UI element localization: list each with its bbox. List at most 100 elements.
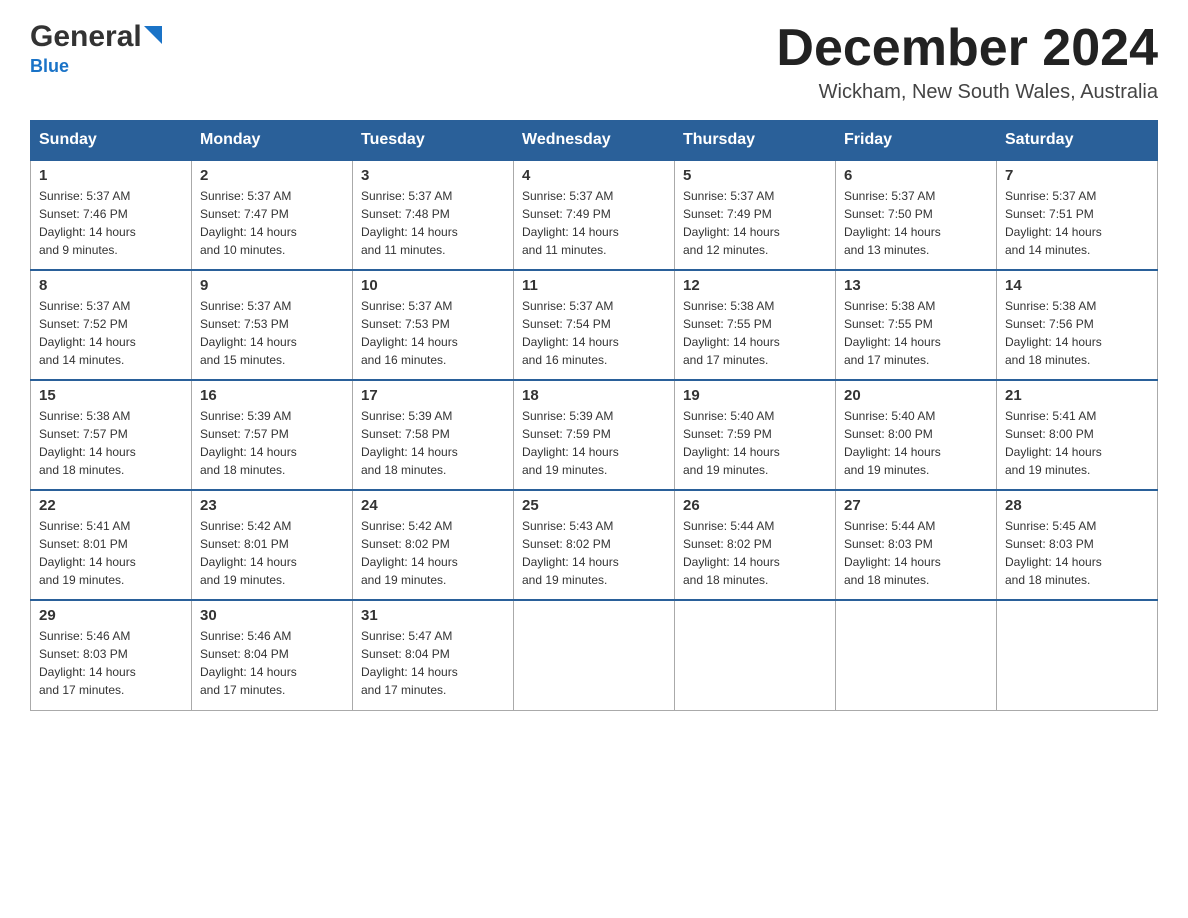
- calendar-cell: 14 Sunrise: 5:38 AMSunset: 7:56 PMDayligh…: [997, 270, 1158, 380]
- day-info: Sunrise: 5:46 AMSunset: 8:03 PMDaylight:…: [39, 629, 136, 697]
- calendar-cell: 23 Sunrise: 5:42 AMSunset: 8:01 PMDayligh…: [192, 490, 353, 600]
- calendar-week-row: 15 Sunrise: 5:38 AMSunset: 7:57 PMDayligh…: [31, 380, 1158, 490]
- day-info: Sunrise: 5:46 AMSunset: 8:04 PMDaylight:…: [200, 629, 297, 697]
- day-number: 12: [683, 277, 827, 294]
- day-number: 27: [844, 497, 988, 514]
- page-header: General Blue December 2024 Wickham, New …: [30, 20, 1158, 104]
- calendar-cell: 4 Sunrise: 5:37 AMSunset: 7:49 PMDaylight…: [514, 160, 675, 270]
- day-number: 2: [200, 167, 344, 184]
- day-number: 13: [844, 277, 988, 294]
- calendar-cell: 16 Sunrise: 5:39 AMSunset: 7:57 PMDayligh…: [192, 380, 353, 490]
- day-info: Sunrise: 5:37 AMSunset: 7:51 PMDaylight:…: [1005, 189, 1102, 257]
- day-info: Sunrise: 5:41 AMSunset: 8:01 PMDaylight:…: [39, 519, 136, 587]
- weekday-header-saturday: Saturday: [997, 121, 1158, 161]
- day-info: Sunrise: 5:37 AMSunset: 7:47 PMDaylight:…: [200, 189, 297, 257]
- day-info: Sunrise: 5:40 AMSunset: 8:00 PMDaylight:…: [844, 409, 941, 477]
- day-info: Sunrise: 5:37 AMSunset: 7:48 PMDaylight:…: [361, 189, 458, 257]
- day-number: 8: [39, 277, 183, 294]
- day-number: 3: [361, 167, 505, 184]
- day-info: Sunrise: 5:44 AMSunset: 8:03 PMDaylight:…: [844, 519, 941, 587]
- weekday-header-friday: Friday: [836, 121, 997, 161]
- calendar-cell: 18Sunrise: 5:39 AMSunset: 7:59 PMDayligh…: [514, 380, 675, 490]
- calendar-cell: 29 Sunrise: 5:46 AMSunset: 8:03 PMDayligh…: [31, 600, 192, 710]
- calendar-table: SundayMondayTuesdayWednesdayThursdayFrid…: [30, 120, 1158, 711]
- calendar-week-row: 22 Sunrise: 5:41 AMSunset: 8:01 PMDayligh…: [31, 490, 1158, 600]
- calendar-cell: 10Sunrise: 5:37 AMSunset: 7:53 PMDayligh…: [353, 270, 514, 380]
- logo-blue-text: Blue: [30, 56, 69, 77]
- weekday-header-wednesday: Wednesday: [514, 121, 675, 161]
- day-number: 23: [200, 497, 344, 514]
- calendar-cell: 20 Sunrise: 5:40 AMSunset: 8:00 PMDayligh…: [836, 380, 997, 490]
- day-number: 5: [683, 167, 827, 184]
- calendar-cell: 26 Sunrise: 5:44 AMSunset: 8:02 PMDayligh…: [675, 490, 836, 600]
- day-number: 29: [39, 607, 183, 624]
- day-number: 31: [361, 607, 505, 624]
- calendar-week-row: 1Sunrise: 5:37 AMSunset: 7:46 PMDaylight…: [31, 160, 1158, 270]
- calendar-cell: 22 Sunrise: 5:41 AMSunset: 8:01 PMDayligh…: [31, 490, 192, 600]
- calendar-cell: 9Sunrise: 5:37 AMSunset: 7:53 PMDaylight…: [192, 270, 353, 380]
- logo: General Blue: [30, 20, 164, 77]
- day-info: Sunrise: 5:37 AMSunset: 7:49 PMDaylight:…: [522, 189, 619, 257]
- calendar-cell: 11 Sunrise: 5:37 AMSunset: 7:54 PMDayligh…: [514, 270, 675, 380]
- calendar-cell: 28 Sunrise: 5:45 AMSunset: 8:03 PMDayligh…: [997, 490, 1158, 600]
- calendar-cell: 24Sunrise: 5:42 AMSunset: 8:02 PMDayligh…: [353, 490, 514, 600]
- calendar-cell: [836, 600, 997, 710]
- day-number: 21: [1005, 387, 1149, 404]
- calendar-cell: 31 Sunrise: 5:47 AMSunset: 8:04 PMDayligh…: [353, 600, 514, 710]
- calendar-cell: 25 Sunrise: 5:43 AMSunset: 8:02 PMDayligh…: [514, 490, 675, 600]
- calendar-cell: 5 Sunrise: 5:37 AMSunset: 7:49 PMDaylight…: [675, 160, 836, 270]
- weekday-header-tuesday: Tuesday: [353, 121, 514, 161]
- calendar-cell: 27 Sunrise: 5:44 AMSunset: 8:03 PMDayligh…: [836, 490, 997, 600]
- day-info: Sunrise: 5:43 AMSunset: 8:02 PMDaylight:…: [522, 519, 619, 587]
- day-info: Sunrise: 5:37 AMSunset: 7:53 PMDaylight:…: [200, 299, 297, 367]
- day-number: 14: [1005, 277, 1149, 294]
- calendar-cell: 6Sunrise: 5:37 AMSunset: 7:50 PMDaylight…: [836, 160, 997, 270]
- day-info: Sunrise: 5:38 AMSunset: 7:57 PMDaylight:…: [39, 409, 136, 477]
- logo-arrow-icon: [142, 24, 164, 50]
- day-info: Sunrise: 5:45 AMSunset: 8:03 PMDaylight:…: [1005, 519, 1102, 587]
- day-number: 26: [683, 497, 827, 514]
- day-info: Sunrise: 5:39 AMSunset: 7:59 PMDaylight:…: [522, 409, 619, 477]
- day-number: 1: [39, 167, 183, 184]
- day-number: 30: [200, 607, 344, 624]
- day-info: Sunrise: 5:47 AMSunset: 8:04 PMDaylight:…: [361, 629, 458, 697]
- day-info: Sunrise: 5:38 AMSunset: 7:55 PMDaylight:…: [683, 299, 780, 367]
- day-number: 7: [1005, 167, 1149, 184]
- weekday-header-row: SundayMondayTuesdayWednesdayThursdayFrid…: [31, 121, 1158, 161]
- calendar-cell: 30 Sunrise: 5:46 AMSunset: 8:04 PMDayligh…: [192, 600, 353, 710]
- day-info: Sunrise: 5:37 AMSunset: 7:49 PMDaylight:…: [683, 189, 780, 257]
- month-title: December 2024: [776, 20, 1158, 77]
- day-number: 25: [522, 497, 666, 514]
- calendar-cell: 19 Sunrise: 5:40 AMSunset: 7:59 PMDayligh…: [675, 380, 836, 490]
- day-number: 4: [522, 167, 666, 184]
- day-info: Sunrise: 5:40 AMSunset: 7:59 PMDaylight:…: [683, 409, 780, 477]
- day-info: Sunrise: 5:39 AMSunset: 7:58 PMDaylight:…: [361, 409, 458, 477]
- calendar-cell: 13 Sunrise: 5:38 AMSunset: 7:55 PMDayligh…: [836, 270, 997, 380]
- calendar-cell: 21Sunrise: 5:41 AMSunset: 8:00 PMDayligh…: [997, 380, 1158, 490]
- day-number: 19: [683, 387, 827, 404]
- weekday-header-sunday: Sunday: [31, 121, 192, 161]
- day-number: 28: [1005, 497, 1149, 514]
- day-info: Sunrise: 5:44 AMSunset: 8:02 PMDaylight:…: [683, 519, 780, 587]
- calendar-cell: 7 Sunrise: 5:37 AMSunset: 7:51 PMDaylight…: [997, 160, 1158, 270]
- location-title: Wickham, New South Wales, Australia: [776, 81, 1158, 104]
- day-info: Sunrise: 5:37 AMSunset: 7:54 PMDaylight:…: [522, 299, 619, 367]
- logo-general-text: General: [30, 20, 142, 54]
- day-number: 15: [39, 387, 183, 404]
- day-number: 16: [200, 387, 344, 404]
- day-number: 11: [522, 277, 666, 294]
- day-info: Sunrise: 5:42 AMSunset: 8:01 PMDaylight:…: [200, 519, 297, 587]
- day-info: Sunrise: 5:37 AMSunset: 7:52 PMDaylight:…: [39, 299, 136, 367]
- day-info: Sunrise: 5:38 AMSunset: 7:56 PMDaylight:…: [1005, 299, 1102, 367]
- day-info: Sunrise: 5:38 AMSunset: 7:55 PMDaylight:…: [844, 299, 941, 367]
- calendar-cell: 3 Sunrise: 5:37 AMSunset: 7:48 PMDaylight…: [353, 160, 514, 270]
- calendar-week-row: 29 Sunrise: 5:46 AMSunset: 8:03 PMDayligh…: [31, 600, 1158, 710]
- day-info: Sunrise: 5:39 AMSunset: 7:57 PMDaylight:…: [200, 409, 297, 477]
- calendar-cell: 12 Sunrise: 5:38 AMSunset: 7:55 PMDayligh…: [675, 270, 836, 380]
- day-number: 22: [39, 497, 183, 514]
- day-info: Sunrise: 5:42 AMSunset: 8:02 PMDaylight:…: [361, 519, 458, 587]
- title-area: December 2024 Wickham, New South Wales, …: [776, 20, 1158, 104]
- calendar-cell: 15 Sunrise: 5:38 AMSunset: 7:57 PMDayligh…: [31, 380, 192, 490]
- day-number: 20: [844, 387, 988, 404]
- day-number: 17: [361, 387, 505, 404]
